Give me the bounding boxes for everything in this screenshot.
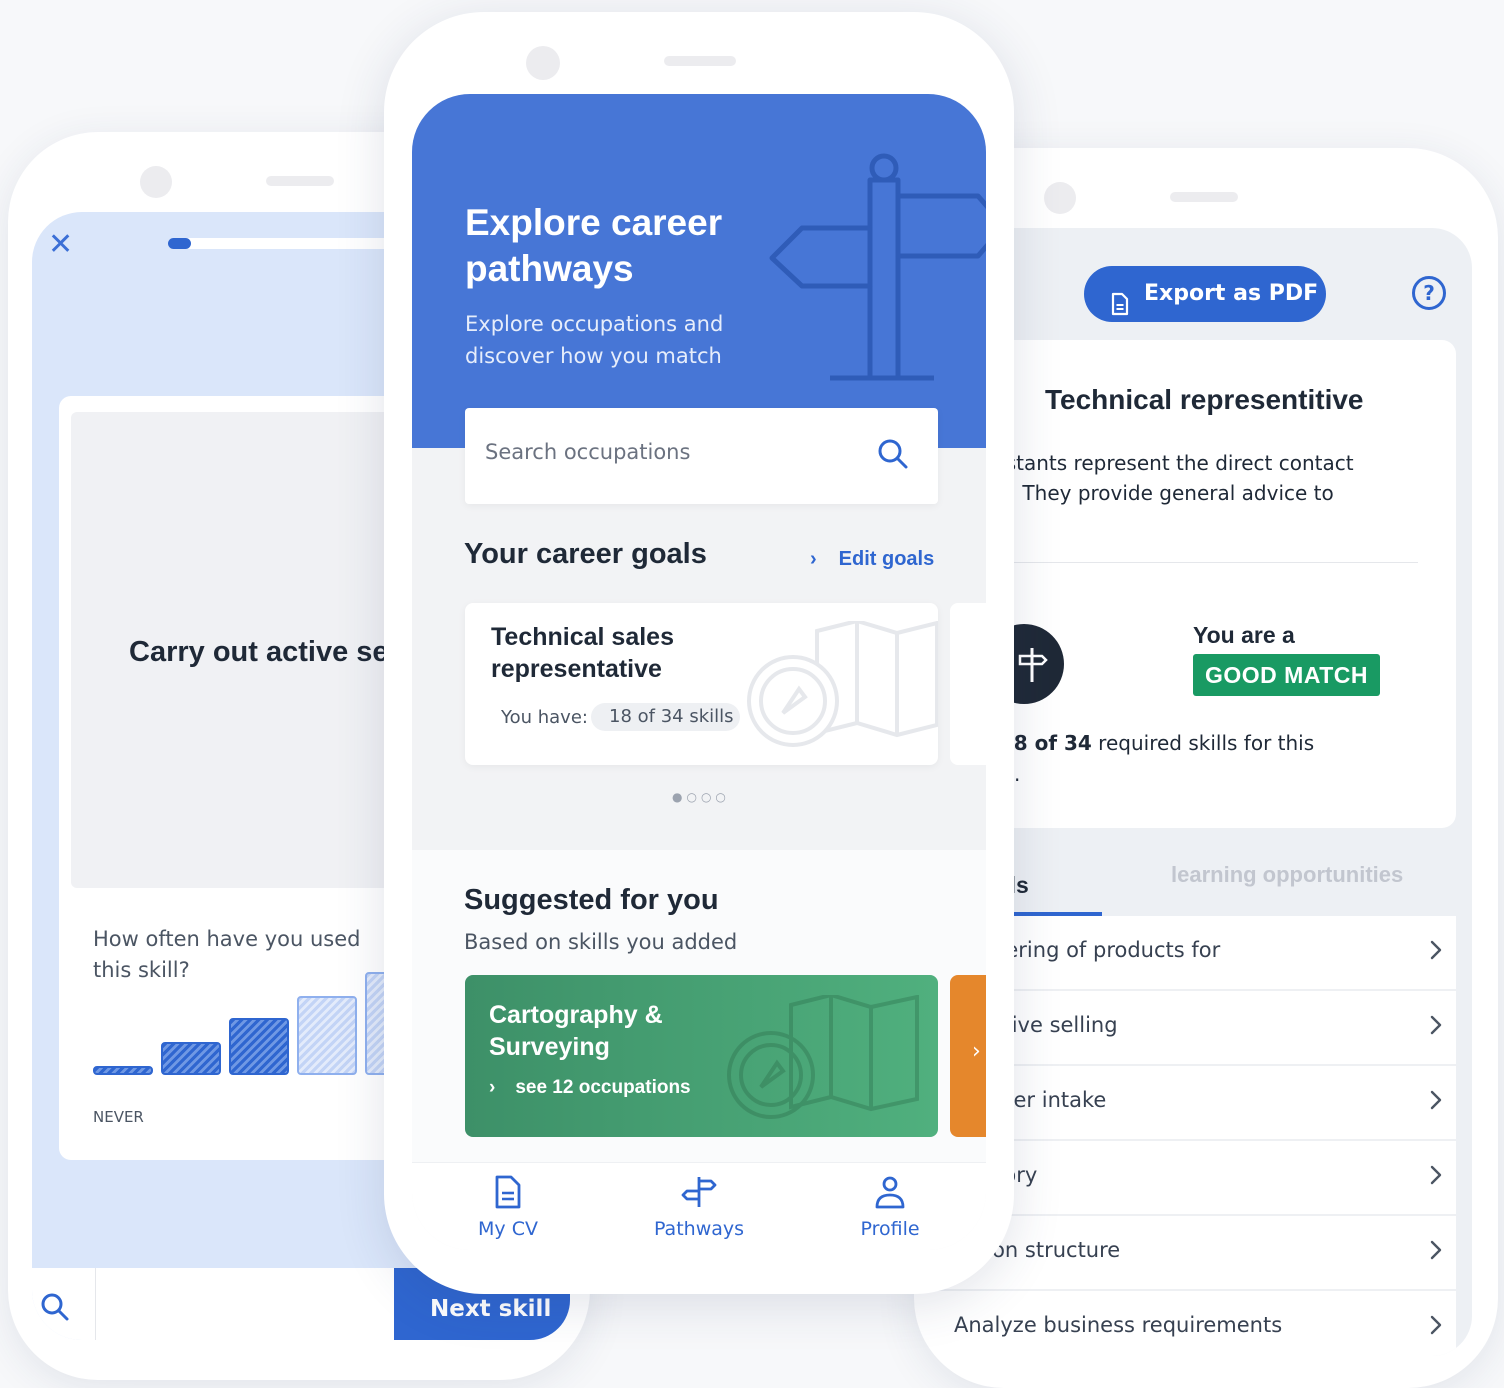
speaker (1170, 192, 1238, 202)
map-compass-illustration-icon (725, 992, 925, 1129)
hero-subtitle: Explore occupations and discover how you… (465, 312, 724, 368)
frequency-option-4[interactable] (297, 996, 357, 1075)
chevron-right-icon (1430, 1165, 1442, 1190)
camera (140, 166, 172, 198)
occupation-detail-screen: Export as PDF ? Technical representitive… (938, 228, 1472, 1356)
export-pdf-label: Export as PDF (1144, 281, 1319, 306)
chevron-right-icon (1430, 1315, 1442, 1340)
hero-title: Explore career pathways (465, 202, 723, 289)
signpost-illustration-icon (764, 146, 986, 390)
frequency-never-label: NEVER (93, 1108, 144, 1126)
speaker (266, 176, 334, 186)
divider (95, 1268, 96, 1340)
bottom-navigation: My CV Pathways Profile (412, 1162, 986, 1250)
tabs: ny skills learning opportunities (938, 844, 1472, 916)
tab-learning-opportunities[interactable]: learning opportunities (1171, 862, 1403, 888)
search-input[interactable]: Search occupations (465, 408, 938, 504)
category-card[interactable]: Cartography & Surveying › see 12 occupati… (465, 975, 938, 1137)
chevron-right-icon: › (972, 1039, 981, 1064)
chevron-right-icon (1430, 1015, 1442, 1040)
see-occupations-label: see 12 occupations (515, 1077, 691, 1098)
chevron-right-icon: › (489, 1077, 496, 1098)
nav-my-cv-label: My CV (478, 1218, 538, 1240)
carousel-dots: ●○○○ (672, 790, 730, 804)
skill-list: ge ordering of products for out active se… (938, 916, 1456, 1356)
category-title: Cartography & Surveying (489, 1001, 663, 1061)
close-icon[interactable]: ✕ (48, 230, 73, 260)
search-icon[interactable] (40, 1292, 70, 1326)
edit-goals-link[interactable]: › Edit goals (810, 548, 934, 571)
nav-profile[interactable]: Profile (830, 1175, 950, 1240)
occupation-title: Technical representitive (1045, 384, 1364, 415)
skill-list-item[interactable]: ns theory (938, 1141, 1456, 1216)
chevron-right-icon: › (810, 548, 817, 570)
pathways-screen: Explore career pathways Explore occupati… (412, 94, 986, 1250)
see-occupations-link[interactable]: › see 12 occupations (489, 1077, 691, 1099)
goal-title: Technical sales representative (491, 623, 674, 683)
match-prefix: You are a (1193, 622, 1295, 648)
skill-list-item[interactable]: out order intake (938, 1066, 1456, 1141)
chevron-right-icon (1430, 1240, 1442, 1265)
skill-list-item[interactable]: ge ordering of products for (938, 916, 1456, 991)
suggested-title: Suggested for you (464, 884, 719, 916)
suggested-subtitle: Based on skills you added (464, 930, 738, 954)
chevron-right-icon (1430, 940, 1442, 965)
career-goals-title: Your career goals (464, 538, 707, 570)
camera (526, 46, 560, 80)
skill-list-item[interactable]: mation structure (938, 1216, 1456, 1291)
progress-fill (168, 238, 191, 249)
frequency-option-never[interactable] (93, 1066, 153, 1075)
help-icon[interactable]: ? (1412, 276, 1446, 310)
skill-name: Analyze business requirements (954, 1313, 1283, 1337)
nav-pathways-label: Pathways (653, 1218, 745, 1240)
search-icon[interactable] (877, 438, 909, 474)
export-pdf-button[interactable]: Export as PDF (1084, 266, 1326, 322)
skill-list-item[interactable]: out active selling (938, 991, 1456, 1066)
map-compass-illustration-icon (747, 618, 938, 755)
signpost-icon (639, 1175, 759, 1214)
pdf-document-icon (1110, 282, 1130, 338)
edit-goals-label: Edit goals (838, 548, 935, 570)
goal-have-label: You have: (501, 707, 588, 728)
hero-banner: Explore career pathways Explore occupati… (412, 94, 986, 448)
speaker (664, 56, 736, 66)
frequency-option-3[interactable] (229, 1018, 289, 1075)
nav-my-cv[interactable]: My CV (448, 1175, 568, 1240)
nav-profile-label: Profile (860, 1218, 920, 1240)
skill-title: Carry out active se (129, 636, 389, 668)
frequency-question: How often have you used this skill? (93, 927, 361, 982)
frequency-option-2[interactable] (161, 1042, 221, 1075)
goal-card[interactable]: Technical sales representative You have:… (465, 603, 938, 765)
person-icon (830, 1175, 950, 1214)
goal-skills-count: 18 of 34 skills (591, 703, 740, 731)
goal-card-next[interactable] (950, 603, 986, 765)
document-icon (448, 1175, 568, 1214)
search-placeholder: Search occupations (485, 440, 691, 464)
skill-list-item[interactable]: Analyze business requirements (938, 1291, 1456, 1356)
camera (1044, 182, 1076, 214)
occupation-card: Technical representitive es assistants r… (938, 340, 1456, 828)
center-phone: Explore career pathways Explore occupati… (384, 12, 1014, 1294)
chevron-right-icon (1430, 1090, 1442, 1115)
category-card-next[interactable]: › (950, 975, 986, 1137)
good-match-badge: GOOD MATCH (1193, 654, 1381, 696)
nav-pathways[interactable]: Pathways (639, 1175, 759, 1240)
